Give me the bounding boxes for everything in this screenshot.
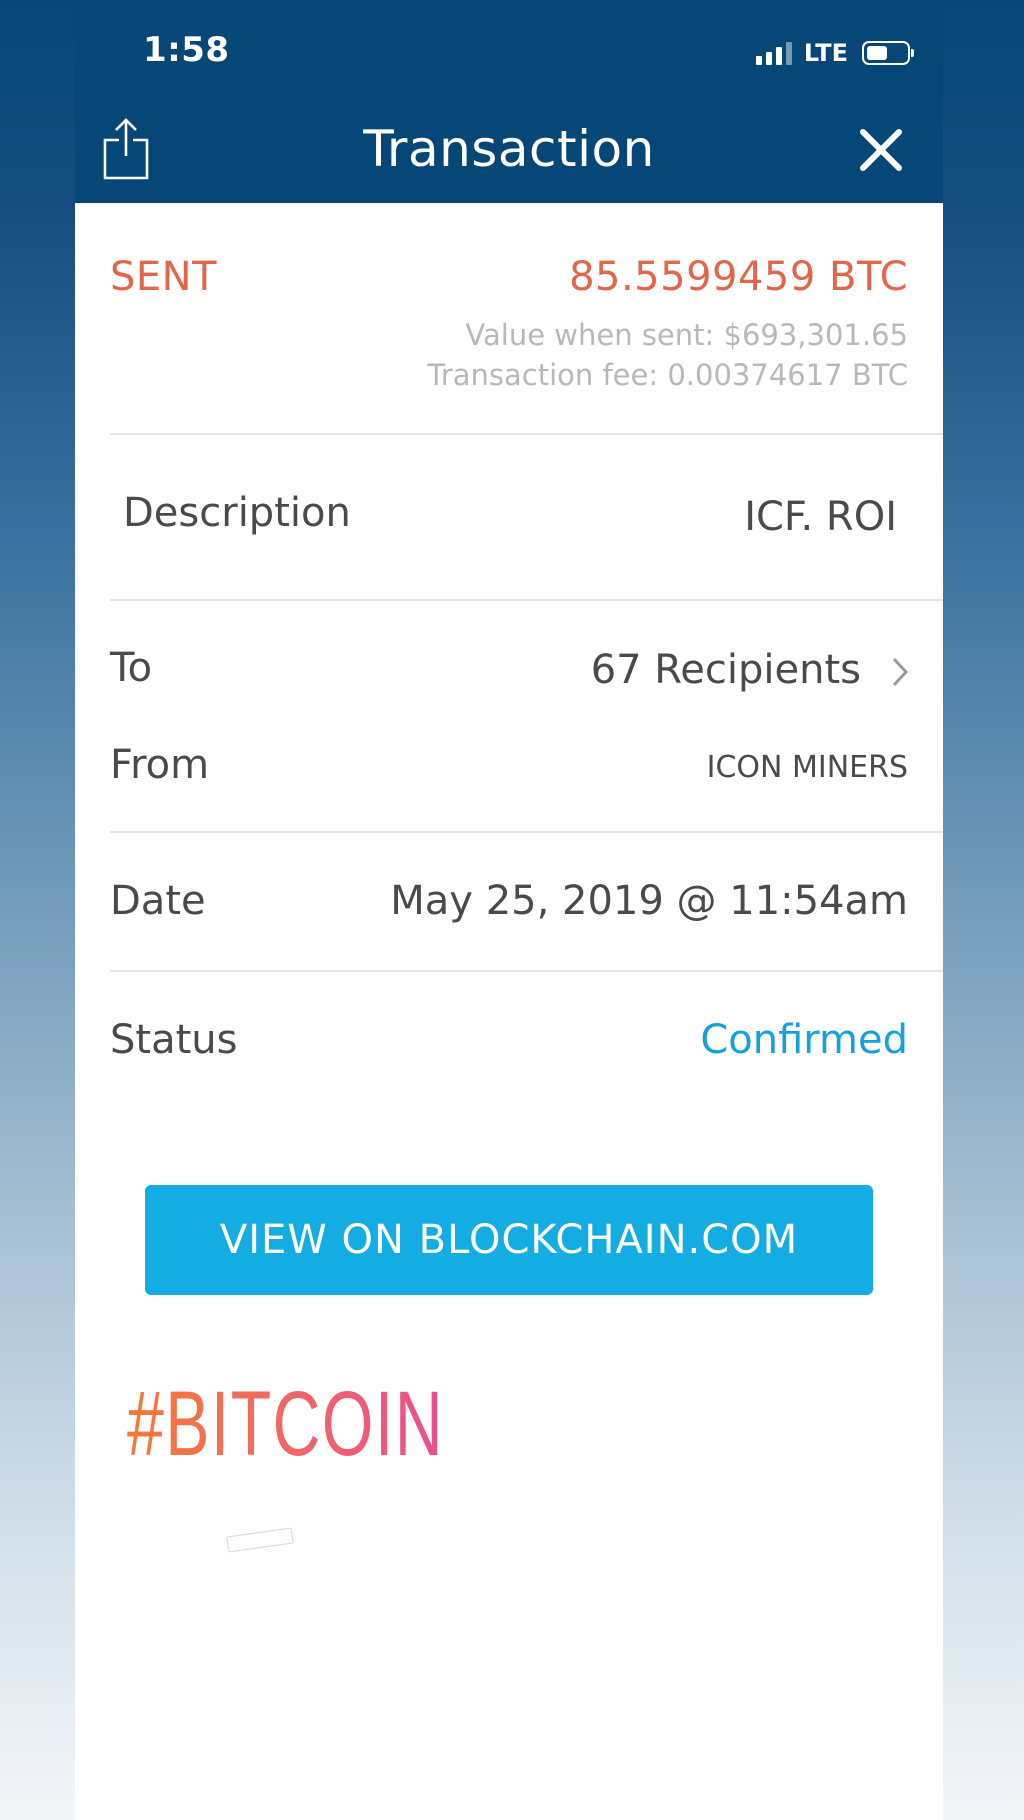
divider	[110, 831, 943, 833]
signal-icon	[755, 41, 792, 65]
status-label: Status	[110, 1017, 238, 1063]
status-value: Confirmed	[700, 1017, 908, 1063]
divider	[110, 599, 943, 601]
battery-icon	[862, 41, 914, 65]
description-label: Description	[123, 490, 351, 536]
amount-value: 85.5599459 BTC	[569, 254, 908, 300]
description-value[interactable]: ICF. ROI	[744, 494, 897, 540]
value-when-sent: Value when sent: $693,301.65	[465, 318, 908, 352]
transaction-fee: Transaction fee: 0.00374617 BTC	[427, 358, 908, 392]
bitcoin-hashtag-sticker: #BITCOIN	[127, 1373, 445, 1475]
nav-bar: Transaction	[75, 100, 943, 203]
status-bar: 1:58 LTE	[75, 0, 943, 100]
from-value: ICON MINERS	[706, 750, 908, 785]
page-title: Transaction	[363, 120, 655, 178]
direction-label: SENT	[110, 254, 218, 300]
status-indicators: LTE	[755, 38, 914, 68]
transaction-screen: 1:58 LTE Transaction SENT 85.5599459 BTC…	[75, 0, 943, 1820]
from-label: From	[110, 742, 210, 788]
close-icon[interactable]	[857, 126, 905, 174]
status-time: 1:58	[143, 30, 230, 70]
date-label: Date	[110, 878, 206, 924]
view-on-blockchain-button[interactable]: VIEW ON BLOCKCHAIN.COM	[145, 1185, 873, 1295]
date-value: May 25, 2019 @ 11:54am	[390, 878, 908, 924]
chevron-right-icon[interactable]	[891, 656, 909, 688]
recipients-link[interactable]: 67 Recipients	[591, 647, 861, 693]
network-type: LTE	[803, 39, 848, 67]
to-label: To	[110, 645, 153, 691]
divider	[110, 970, 943, 972]
sticker-watermark	[226, 1527, 294, 1553]
divider	[110, 433, 943, 435]
